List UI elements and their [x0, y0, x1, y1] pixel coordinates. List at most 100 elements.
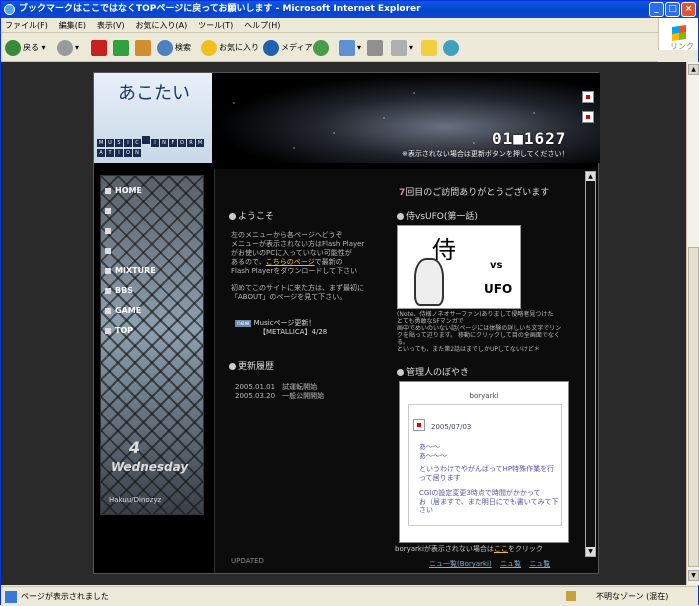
menu-favorites[interactable]: お気に入り(A)	[131, 18, 191, 33]
title-bar: ブックマークはここではなくTOPページに戻ってお願いします - Microsof…	[1, 1, 698, 18]
window-title: ブックマークはここではなくTOPページに戻ってお願いします - Microsof…	[19, 4, 421, 14]
logo-letter: M	[97, 139, 105, 147]
nav-game[interactable]: GAME	[105, 306, 141, 316]
print-button[interactable]	[367, 39, 385, 57]
sidebar-nav: HOME MIXTURE BBS GAME TOP 4 Wednesday Ha…	[100, 175, 204, 515]
menu-help[interactable]: ヘルプ(H)	[240, 18, 284, 33]
logo-letter: C	[133, 139, 141, 147]
media-button[interactable]: メディア	[263, 39, 312, 57]
blog-links: ニュ一覧(Boryarki) ニュ覧 ニュ覧	[429, 559, 556, 569]
menu-view[interactable]: 表示(V)	[93, 18, 129, 33]
home-button[interactable]	[135, 39, 153, 57]
nav-item-4[interactable]	[105, 246, 115, 256]
news-entry[interactable]: new Musicページ更新！ 【METALLICA】4/28	[235, 319, 327, 337]
blog-entry: 2005/07/03 あ〜〜 あ〜〜〜 というわけでやがんばってHP特殊作業を行…	[408, 404, 562, 526]
messenger-button[interactable]	[443, 39, 461, 57]
broken-image-icon	[413, 419, 425, 431]
close-button[interactable]: ×	[681, 2, 696, 17]
bullet-dot-icon	[229, 363, 236, 370]
date-number: 4	[129, 438, 141, 457]
stop-button[interactable]	[91, 39, 109, 57]
logo-letter-grid: M U S I C I N F O R MA T I O N	[96, 135, 210, 161]
status-bar: ページが表示されました 不明なゾーン (混在)	[1, 586, 698, 605]
logo-letter: F	[169, 139, 177, 147]
minimize-button[interactable]: _	[649, 2, 664, 17]
nav-bbs[interactable]: BBS	[105, 286, 133, 296]
print-icon	[367, 39, 383, 56]
broken-image-icon	[582, 111, 594, 123]
updated-link[interactable]: UPDATED	[231, 557, 264, 565]
logo-text: あこたい	[118, 83, 190, 104]
history-row: 2005.01.01 試運転開始	[235, 383, 318, 391]
bullet-icon	[105, 207, 111, 214]
starfield-header: 01■1627 ※表示されない場合は更新ボタンを押してください！	[214, 73, 600, 163]
inner-scrollbar[interactable]: ▲ ▼	[585, 171, 596, 557]
status-text: ページが表示されました	[21, 592, 109, 601]
discuss-button[interactable]	[421, 39, 439, 57]
search-button[interactable]: 検索	[157, 39, 191, 57]
nav-mixture[interactable]: MIXTURE	[105, 266, 156, 276]
refresh-icon	[113, 39, 129, 56]
back-button[interactable]: 戻る ▾	[5, 39, 46, 57]
bullet-icon	[105, 187, 111, 194]
refresh-button[interactable]	[113, 39, 131, 57]
bullet-icon	[105, 247, 111, 254]
blog-heading: 管理人のぼやき	[397, 365, 469, 378]
maximize-button[interactable]: □	[665, 2, 680, 17]
site-frame: あこたい M U S I C I N F O R MA T I O N 01■1627 ※表示されない場合は…	[93, 72, 600, 574]
history-list: 2005.01.01 試運転開始 2005.03.20 一般公開開始	[235, 383, 324, 401]
blog-link[interactable]: ニュ覧	[529, 560, 550, 568]
blog-title: boryarki	[469, 392, 499, 400]
logo-letter: I	[151, 139, 159, 147]
history-icon	[313, 39, 329, 56]
lock-icon	[566, 591, 576, 601]
access-counter: 01■1627	[492, 129, 567, 148]
page-scrollbar[interactable]: ▲ ▼	[686, 62, 699, 585]
site-logo[interactable]: あこたい M U S I C I N F O R MA T I O N	[94, 73, 212, 163]
blog-widget[interactable]: boryarki 2005/07/03 あ〜〜 あ〜〜〜 というわけでやがんばっ…	[399, 381, 569, 543]
logo-letter: M	[196, 139, 204, 147]
history-button[interactable]	[313, 39, 331, 57]
new-badge: new	[235, 320, 252, 327]
stop-icon	[91, 39, 107, 56]
mail-button[interactable]: ▾	[339, 39, 361, 57]
media-icon	[263, 39, 279, 56]
scroll-down-icon[interactable]: ▼	[688, 570, 699, 581]
welcome-text: 左のメニューから各ページへどうぞ メニューが表示されない方はFlash Play…	[231, 231, 365, 301]
bullet-icon	[105, 327, 111, 334]
blog-fallback-note: boryarkiが表示されない場合はここをクリック	[395, 545, 543, 553]
nav-top[interactable]: TOP	[105, 326, 133, 336]
flash-download-link[interactable]: こちらのページ	[266, 258, 315, 266]
logo-letter: R	[187, 139, 195, 147]
mail-icon	[339, 39, 355, 56]
scroll-thumb[interactable]	[688, 247, 699, 567]
logo-letter	[142, 136, 150, 144]
nav-item-3[interactable]	[105, 226, 115, 236]
logo-letter: N	[160, 139, 168, 147]
toolbar: 戻る ▾ ▾ 検索 お気に入り メディア ▾ ▾	[1, 34, 658, 62]
nav-item-2[interactable]	[105, 206, 115, 216]
scroll-up-icon[interactable]: ▲	[688, 64, 699, 75]
star-icon	[201, 39, 217, 56]
forward-button[interactable]: ▾	[57, 39, 79, 57]
favorites-button[interactable]: お気に入り	[201, 39, 259, 57]
menu-edit[interactable]: 編集(E)	[55, 18, 90, 33]
scroll-up-icon[interactable]: ▲	[586, 172, 595, 181]
blog-link[interactable]: ニュ一覧(Boryarki)	[429, 560, 492, 568]
edit-button[interactable]: ▾	[391, 39, 413, 57]
blog-link[interactable]: ニュ覧	[500, 560, 521, 568]
bullet-dot-icon	[397, 213, 404, 220]
links-label[interactable]: リンク	[670, 41, 694, 52]
comic-thumbnail[interactable]: 侍 vs UFO	[397, 225, 521, 309]
scroll-down-icon[interactable]: ▼	[586, 547, 595, 556]
bullet-icon	[105, 227, 111, 234]
blog-fallback-link[interactable]: ここ	[494, 545, 508, 553]
search-icon	[157, 39, 173, 56]
bullet-dot-icon	[397, 369, 404, 376]
logo-letter: S	[115, 139, 123, 147]
menu-tools[interactable]: ツール(T)	[194, 18, 237, 33]
menu-file[interactable]: ファイル(F)	[1, 18, 52, 33]
nav-home[interactable]: HOME	[105, 186, 142, 196]
edit-icon	[391, 39, 407, 56]
history-heading: 更新履歴	[229, 359, 274, 372]
